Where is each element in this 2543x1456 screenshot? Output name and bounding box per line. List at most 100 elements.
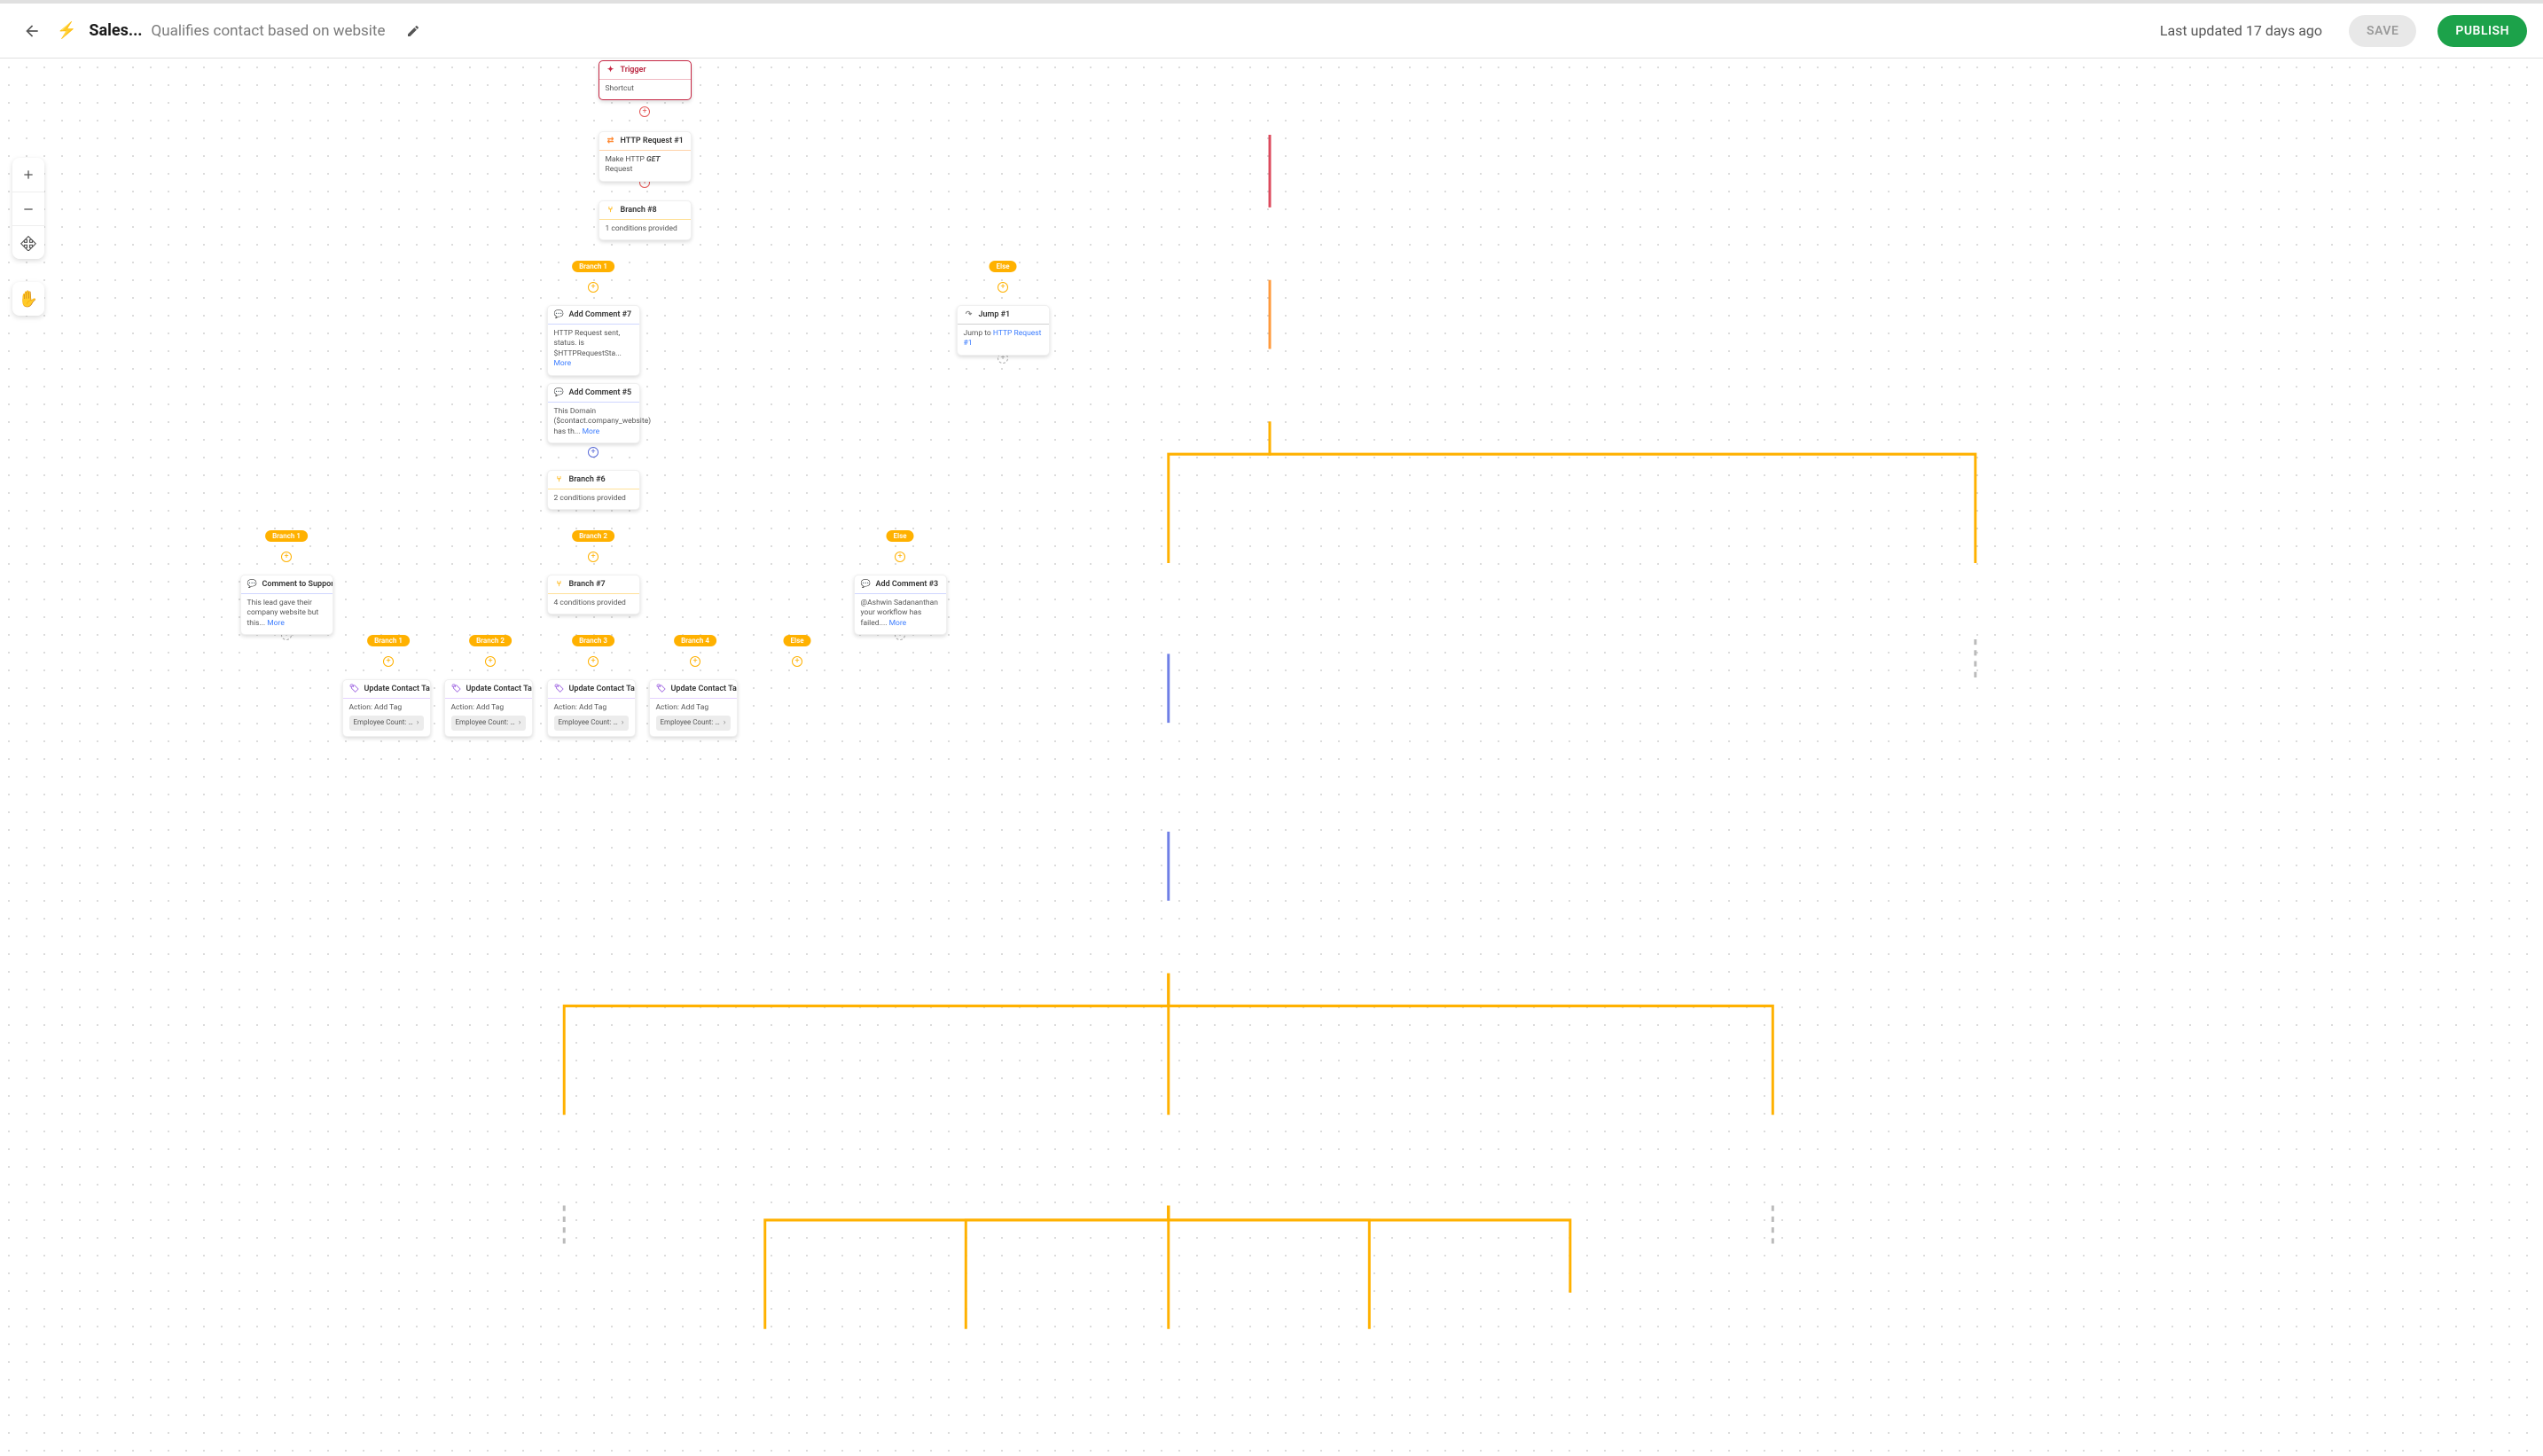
node-body: HTTP Request sent, status. is $HTTPReque… [548, 325, 639, 375]
rename-button[interactable] [402, 20, 425, 43]
pill-branch7-b2: Branch 2 [469, 635, 512, 646]
more-link[interactable]: More [889, 619, 907, 628]
node-body: Jump to HTTP Request #1 [958, 325, 1049, 355]
node-branch-8[interactable]: ⑂ Branch #8 1 conditions provided [599, 200, 692, 240]
add-step-after-trigger[interactable]: + [639, 106, 650, 117]
node-update-contact-tag-12[interactable]: 🏷Update Contact Tag #12 Action: Add Tag … [649, 679, 738, 737]
hand-icon: ✋ [19, 290, 38, 309]
add-step-after-comment5[interactable]: + [588, 447, 599, 458]
node-body: Action: Add Tag Employee Count: 201-1› [548, 699, 635, 736]
add-step-branch7-b2[interactable]: + [485, 656, 496, 667]
node-body: 1 conditions provided [599, 220, 691, 239]
tag-icon: 🏷 [554, 684, 565, 694]
more-link[interactable]: More [554, 359, 572, 368]
node-branch-7[interactable]: ⑂Branch #7 4 conditions provided [547, 575, 640, 614]
pill-branch6-else: Else [886, 530, 913, 542]
add-step-branch7-b3[interactable]: + [588, 656, 599, 667]
tag-icon: 🏷 [349, 684, 360, 694]
add-step-branch7-else[interactable]: + [792, 656, 802, 667]
node-http-request-1[interactable]: ⇄HTTP Request #1 Make HTTP GET Request [599, 131, 692, 182]
node-body: @Ashwin Sadananthan your workflow has fa… [855, 594, 946, 634]
pill-branch6-b2: Branch 2 [572, 530, 614, 542]
node-title: Branch #7 [569, 580, 606, 589]
node-add-comment-7[interactable]: 💬 Add Comment #7 HTTP Request sent, statu… [547, 305, 640, 376]
add-step-branch6-b1[interactable]: + [281, 552, 292, 562]
pill-branch8-else: Else [989, 261, 1016, 272]
node-title: Update Contact Tag #11 [569, 685, 635, 693]
crosshair-icon [20, 235, 36, 251]
comment-icon: 💬 [554, 309, 565, 320]
save-button: SAVE [2349, 15, 2416, 47]
publish-button[interactable]: PUBLISH [2437, 15, 2527, 47]
node-body: Action: Add Tag Employee Count: 29-50› [343, 699, 430, 736]
bolt-icon: ⚡ [57, 21, 76, 40]
node-title: Add Comment #3 [876, 580, 939, 589]
node-body: Shortcut [599, 80, 691, 99]
pill-branch7-else: Else [783, 635, 810, 646]
node-title: Update Contact Tag #10 [466, 685, 532, 693]
tag-chip: Employee Count: 201-1› [554, 716, 629, 730]
node-body: Action: Add Tag Employee Count: 1001› [650, 699, 737, 736]
arrow-left-icon [23, 22, 41, 40]
zoom-fit-button[interactable] [12, 225, 44, 259]
add-step-branch6-b2[interactable]: + [588, 552, 599, 562]
pencil-icon [406, 24, 420, 38]
sparkle-icon: ✦ [606, 65, 616, 75]
node-add-comment-3[interactable]: 💬 Add Comment #3 @Ashwin Sadananthan your… [854, 575, 947, 635]
workflow-subtitle: Qualifies contact based on website [152, 22, 386, 40]
branch-icon: ⑂ [606, 205, 616, 215]
node-update-contact-tag-10[interactable]: 🏷Update Contact Tag #10 Action: Add Tag … [444, 679, 533, 737]
minus-icon [21, 202, 35, 216]
node-title: Update Contact Tag #12 [671, 685, 737, 693]
chevron-right-icon: › [417, 717, 419, 728]
node-body: This lead gave their company website but… [241, 594, 333, 634]
node-title: Branch #8 [621, 206, 657, 215]
back-button[interactable] [20, 19, 44, 43]
workflow-canvas[interactable]: ✋ + + + + + + + + + + + + + + [0, 59, 2543, 1456]
tag-chip: Employee Count: 1001› [656, 716, 731, 730]
more-link[interactable]: More [267, 619, 285, 628]
chevron-right-icon: › [724, 717, 726, 728]
add-step-branch6-else[interactable]: + [895, 552, 905, 562]
node-body: Action: Add Tag Employee Count: 51-20› [445, 699, 532, 736]
pan-toggle[interactable]: ✋ [12, 282, 44, 316]
node-trigger[interactable]: ✦ Trigger Shortcut [599, 60, 692, 100]
comment-icon: 💬 [554, 387, 565, 398]
workflow-title: Sales... [89, 21, 142, 40]
node-jump-1[interactable]: ↷Jump #1 Jump to HTTP Request #1 [957, 305, 1050, 356]
node-title: Update Contact Tag #9 [364, 685, 430, 693]
pill-branch7-b1: Branch 1 [367, 635, 410, 646]
tag-chip: Employee Count: 51-20› [451, 716, 526, 730]
node-title: Branch #6 [569, 475, 606, 484]
page-title: Sales... Qualifies contact based on webs… [89, 21, 385, 40]
zoom-out-button[interactable] [12, 192, 44, 225]
last-updated-label: Last updated 17 days ago [2160, 22, 2322, 39]
node-title: Add Comment #5 [569, 388, 632, 397]
http-icon: ⇄ [606, 136, 616, 146]
node-comment-support[interactable]: 💬 Comment to Support Te... This lead gave… [240, 575, 333, 635]
node-title: Add Comment #7 [569, 310, 632, 319]
pill-branch7-b3: Branch 3 [572, 635, 614, 646]
pill-branch6-b1: Branch 1 [265, 530, 308, 542]
node-title: Trigger [621, 66, 646, 74]
zoom-controls [12, 158, 44, 259]
comment-icon: 💬 [247, 579, 258, 590]
zoom-in-button[interactable] [12, 158, 44, 192]
node-add-comment-5[interactable]: 💬 Add Comment #5 This Domain ($contact.co… [547, 383, 640, 443]
node-body: This Domain ($contact.company_website) h… [548, 403, 639, 442]
add-step-branch7-b4[interactable]: + [690, 656, 700, 667]
add-step-branch8-else[interactable]: + [998, 282, 1008, 293]
tag-chip: Employee Count: 29-50› [349, 716, 424, 730]
node-update-contact-tag-11[interactable]: 🏷 Update Contact Tag #11 Action: Add Tag … [547, 679, 636, 737]
branch-icon: ⑂ [554, 579, 565, 590]
chevron-right-icon: › [519, 717, 521, 728]
jump-icon: ↷ [964, 309, 974, 320]
node-title: Comment to Support Te... [262, 580, 333, 589]
add-step-branch7-b1[interactable]: + [383, 656, 394, 667]
node-update-contact-tag-9[interactable]: 🏷 Update Contact Tag #9 Action: Add Tag E… [342, 679, 431, 737]
more-link[interactable]: More [583, 427, 600, 436]
add-step-branch8-b1[interactable]: + [588, 282, 599, 293]
node-branch-6[interactable]: ⑂Branch #6 2 conditions provided [547, 470, 640, 510]
branch-icon: ⑂ [554, 474, 565, 485]
comment-icon: 💬 [861, 579, 872, 590]
